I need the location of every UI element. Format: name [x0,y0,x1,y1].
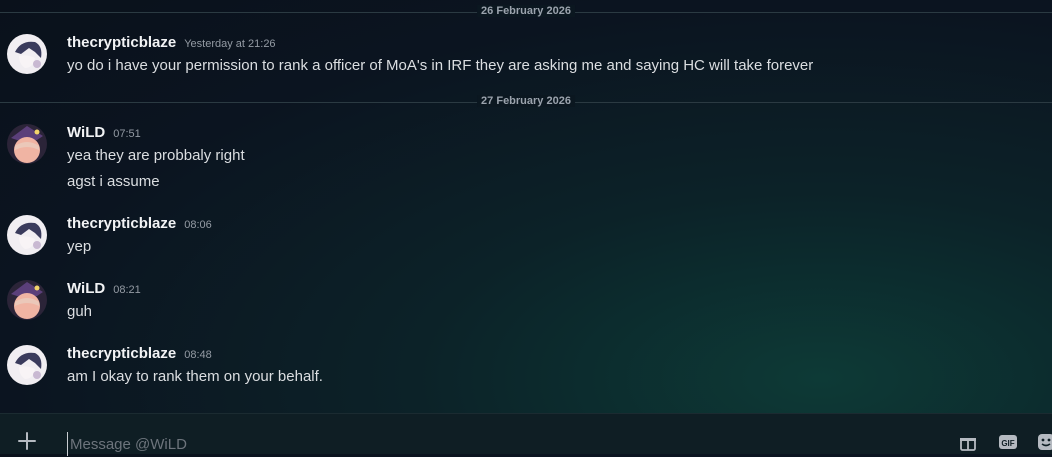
message-text: yep [67,238,92,255]
message-header: thecrypticblaze 08:06 [67,215,212,232]
username[interactable]: thecrypticblaze [67,215,176,232]
timestamp[interactable]: 07:51 [113,128,141,140]
date-divider: 27 February 2026 [0,94,1052,110]
svg-text:GIF: GIF [1001,439,1014,448]
message-text: agst i assume [67,173,160,190]
date-divider: 26 February 2026 [0,4,1052,20]
avatar[interactable] [7,215,47,255]
timestamp[interactable]: Yesterday at 21:26 [184,38,275,50]
username[interactable]: WiLD [67,280,105,297]
message-header: thecrypticblaze Yesterday at 21:26 [67,34,276,51]
message-header: thecrypticblaze 08:48 [67,345,212,362]
timestamp[interactable]: 08:06 [184,219,212,231]
avatar[interactable] [7,124,47,164]
message-text: guh [67,303,93,320]
message-input[interactable] [67,432,932,456]
username[interactable]: WiLD [67,124,105,141]
divider-date: 26 February 2026 [477,5,575,17]
timestamp[interactable]: 08:48 [184,349,212,361]
avatar[interactable] [7,34,47,74]
message-header: WiLD 07:51 [67,124,141,141]
plus-icon[interactable] [16,430,38,452]
divider-date: 27 February 2026 [477,95,575,107]
username[interactable]: thecrypticblaze [67,34,176,51]
avatar[interactable] [7,345,47,385]
gift-icon[interactable] [958,432,978,452]
avatar[interactable] [7,280,47,320]
message-header: WiLD 08:21 [67,280,141,297]
message-text: yea they are probbaly right [67,147,245,164]
username[interactable]: thecrypticblaze [67,345,176,362]
message-composer: GIF [0,413,1052,456]
message-text: yo do i have your permission to rank a o… [67,57,814,74]
timestamp[interactable]: 08:21 [113,284,141,296]
message-text: am I okay to rank them on your behalf. [67,368,323,385]
gif-icon[interactable]: GIF [998,432,1018,452]
sticker-icon[interactable] [1036,432,1052,452]
